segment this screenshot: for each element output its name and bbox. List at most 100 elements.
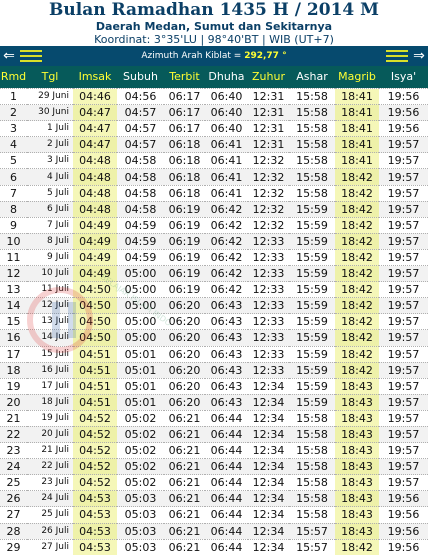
table-cell: 21 (0, 409, 27, 427)
table-cell: 12:32 (248, 184, 289, 202)
table-cell: 06:21 (164, 506, 205, 524)
table-cell: 19:57 (379, 265, 428, 282)
table-cell: 24 Juli (27, 490, 73, 507)
table-cell: 06:21 (164, 458, 205, 475)
table-row: 27 25 Juli 04:53 05:03 06:21 06:44 12:34 15:58 1… (0, 506, 428, 524)
table-cell: 04:53 (73, 506, 117, 524)
table-cell: 06:19 (164, 281, 205, 298)
table-cell: 15:59 (289, 313, 335, 330)
table-cell: 19:57 (379, 329, 428, 346)
table-cell: 18:43 (335, 409, 379, 427)
table-cell: 06:42 (205, 248, 248, 266)
table-cell: 7 Juli (27, 216, 73, 234)
table-cell: 15:58 (289, 152, 335, 169)
table-cell: 15:58 (289, 506, 335, 524)
table-cell: 04:56 (117, 87, 164, 105)
table-cell: 15:57 (289, 538, 335, 555)
table-cell: 19:57 (379, 200, 428, 218)
table-cell: 06:21 (164, 425, 205, 443)
table-cell: 27 Juli (27, 538, 73, 555)
menu-right-icon[interactable] (386, 50, 408, 62)
table-cell: 05:01 (117, 361, 164, 379)
table-cell: 04:48 (73, 168, 117, 186)
table-cell: 12:33 (248, 265, 289, 282)
table-cell: 18:43 (335, 522, 379, 540)
table-cell: 04:47 (73, 104, 117, 121)
table-cell: 8 (0, 200, 27, 218)
column-header-5: Dhuha (208, 70, 245, 83)
table-cell: 06:41 (205, 168, 248, 186)
table-cell: 19:56 (379, 104, 428, 121)
arrow-right-icon[interactable]: ⇒ (412, 47, 426, 65)
table-cell: 06:44 (205, 425, 248, 443)
table-cell: 06:40 (205, 104, 248, 121)
table-cell: 4 Juli (27, 168, 73, 186)
table-row: 12 10 Juli 04:49 05:00 06:19 06:42 12:33 15:59 1… (0, 265, 428, 282)
table-cell: 06:21 (164, 522, 205, 540)
table-row: 17 15 Juli 04:51 05:01 06:20 06:43 12:33 15:59 1… (0, 345, 428, 363)
table-cell: 04:51 (73, 345, 117, 363)
table-cell: 18:42 (335, 281, 379, 298)
table-cell: 15:59 (289, 281, 335, 298)
table-cell: 18:43 (335, 393, 379, 411)
table-row: 26 24 Juli 04:53 05:03 06:21 06:44 12:34 15:58 1… (0, 490, 428, 507)
table-row: 23 21 Juli 04:52 05:02 06:21 06:44 12:34 15:58 1… (0, 442, 428, 459)
table-cell: 12:33 (248, 232, 289, 250)
table-cell: 04:50 (73, 329, 117, 346)
table-cell: 18:42 (335, 248, 379, 266)
table-cell: 05:00 (117, 281, 164, 298)
table-cell: 19:57 (379, 168, 428, 186)
table-row: 31 Juli 04:47 04:57 06:17 06:40 12:31 15:58 18:… (0, 120, 428, 137)
table-cell: 25 Juli (27, 506, 73, 524)
table-cell: 19:57 (379, 136, 428, 153)
table-cell: 18:43 (335, 506, 379, 524)
table-cell: 06:21 (164, 490, 205, 507)
table-cell: 04:47 (73, 136, 117, 153)
table-cell: 2 Juli (27, 136, 73, 153)
table-cell: 06:42 (205, 232, 248, 250)
table-cell: 06:20 (164, 377, 205, 395)
table-cell: 18:43 (335, 458, 379, 475)
table-cell: 12:33 (248, 281, 289, 298)
table-cell: 4 (0, 136, 27, 153)
table-cell: 19:57 (379, 393, 428, 411)
table-cell: 06:19 (164, 200, 205, 218)
table-cell: 18:43 (335, 377, 379, 395)
header: Bulan Ramadhan 1435 H / 2014 M Daerah Me… (0, 0, 428, 46)
table-cell: 06:17 (164, 104, 205, 121)
column-header-1: Tgl (41, 70, 59, 83)
table-cell: 12:34 (248, 393, 289, 411)
table-cell: 19:56 (379, 506, 428, 524)
table-cell: 19:57 (379, 377, 428, 395)
table-cell: 28 (0, 522, 27, 540)
table-cell: 16 Juli (27, 361, 73, 379)
table-cell: 05:03 (117, 506, 164, 524)
table-cell: 19:57 (379, 442, 428, 459)
table-cell: 04:49 (73, 248, 117, 266)
table-cell: 05:03 (117, 490, 164, 507)
table-cell: 06:18 (164, 184, 205, 202)
table-cell: 12:32 (248, 200, 289, 218)
table-cell: 29 (0, 538, 27, 555)
table-cell: 22 (0, 425, 27, 443)
table-cell: 05:01 (117, 377, 164, 395)
table-cell: 04:53 (73, 490, 117, 507)
table-cell: 19:57 (379, 184, 428, 202)
table-cell: 18:41 (335, 120, 379, 137)
table-cell: 06:44 (205, 490, 248, 507)
table-cell: 12:34 (248, 538, 289, 555)
table-cell: 06:43 (205, 393, 248, 411)
table-cell: 21 Juli (27, 442, 73, 459)
table-cell: 15:59 (289, 345, 335, 363)
table-cell: 18:41 (335, 136, 379, 153)
table-cell: 06:20 (164, 313, 205, 330)
table-cell: 04:48 (73, 200, 117, 218)
table-cell: 19:57 (379, 458, 428, 475)
table-cell: 04:50 (73, 281, 117, 298)
table-cell: 15:58 (289, 136, 335, 153)
table-row: 64 Juli 04:48 04:58 06:18 06:41 12:32 15:58 18:… (0, 168, 428, 186)
table-row: 13 11 Juli 04:50 05:00 06:19 06:42 12:33 15:59 1… (0, 281, 428, 298)
table-cell: 29 Juni (27, 87, 73, 105)
table-cell: 22 Juli (27, 458, 73, 475)
table-cell: 04:59 (117, 216, 164, 234)
